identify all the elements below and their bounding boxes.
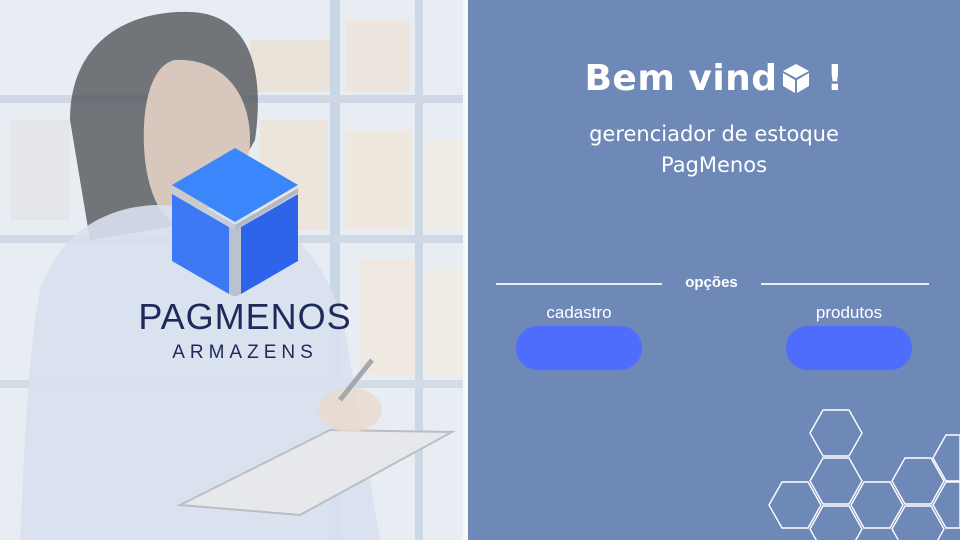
- welcome-panel: Bem vind ! gerenciador de estoque PagMen…: [468, 0, 960, 540]
- produtos-label: produtos: [815, 303, 883, 322]
- produtos-button[interactable]: [786, 326, 912, 370]
- options-divider-left: [496, 283, 662, 285]
- brand-name: PAGMENOS: [138, 296, 352, 337]
- welcome-text: Bem vind: [584, 58, 778, 99]
- welcome-exclamation: !: [813, 58, 844, 99]
- hexagon-pattern: [768, 409, 960, 540]
- tagline-line-1: gerenciador de estoque: [589, 122, 839, 146]
- tagline-line-2: PagMenos: [660, 153, 768, 177]
- tagline: gerenciador de estoque PagMenos: [468, 119, 960, 181]
- options-divider-right: [761, 283, 929, 285]
- brand-subtitle: ARMAZENS: [172, 342, 318, 363]
- options-label: opções: [685, 274, 738, 291]
- cadastro-label: cadastro: [546, 303, 612, 322]
- hero-photo-panel: PAGMENOS ARMAZENS: [0, 0, 463, 540]
- welcome-heading: Bem vind !: [468, 58, 960, 99]
- cadastro-button[interactable]: [516, 326, 642, 370]
- pagmenos-logo: PAGMENOS ARMAZENS: [120, 148, 370, 378]
- cube-icon: [782, 64, 809, 93]
- cube-logo-icon: [172, 148, 298, 296]
